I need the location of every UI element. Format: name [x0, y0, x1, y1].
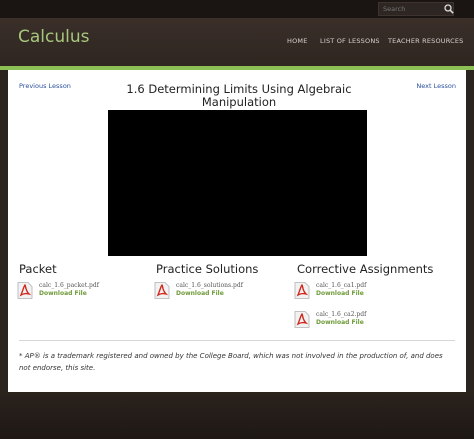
pdf-icon: [294, 282, 310, 299]
pdf-icon: [294, 311, 310, 328]
video-player[interactable]: [108, 110, 367, 256]
file-name[interactable]: calc_1.6_solutions.pdf: [176, 282, 243, 289]
download-file-link[interactable]: Download File: [176, 290, 224, 297]
main-content: Previous Lesson Next Lesson 1.6 Determin…: [8, 70, 466, 392]
nav-home[interactable]: HOME: [287, 37, 308, 45]
file-name[interactable]: calc_1.6_ca2.pdf: [316, 311, 366, 318]
trademark-footnote: * AP® is a trademark registered and owne…: [19, 352, 443, 372]
site-footer: [0, 392, 474, 439]
top-bar: [0, 0, 474, 18]
corrective-assignments-heading: Corrective Assignments: [297, 262, 434, 276]
nav-list-of-lessons[interactable]: LIST OF LESSONS: [320, 37, 380, 45]
search-icon[interactable]: [444, 4, 454, 14]
site-title[interactable]: Calculus: [18, 27, 90, 47]
download-file-link[interactable]: Download File: [316, 319, 364, 326]
file-name[interactable]: calc_1.6_ca1.pdf: [316, 282, 366, 289]
packet-heading: Packet: [19, 262, 57, 276]
content-divider: [19, 340, 455, 341]
file-name[interactable]: calc_1.6_packet.pdf: [39, 282, 99, 289]
download-file-link[interactable]: Download File: [316, 290, 364, 297]
site-header: Calculus HOME LIST OF LESSONS TEACHER RE…: [0, 18, 474, 66]
search-input[interactable]: [378, 2, 454, 16]
page-title: 1.6 Determining Limits Using Algebraic M…: [126, 82, 352, 109]
practice-solutions-heading: Practice Solutions: [156, 262, 259, 276]
previous-lesson-link[interactable]: Previous Lesson: [19, 82, 71, 90]
pdf-icon: [17, 282, 33, 299]
next-lesson-link[interactable]: Next Lesson: [416, 82, 456, 90]
nav-teacher-resources[interactable]: TEACHER RESOURCES: [388, 37, 464, 45]
pdf-icon: [154, 282, 170, 299]
download-file-link[interactable]: Download File: [39, 290, 87, 297]
